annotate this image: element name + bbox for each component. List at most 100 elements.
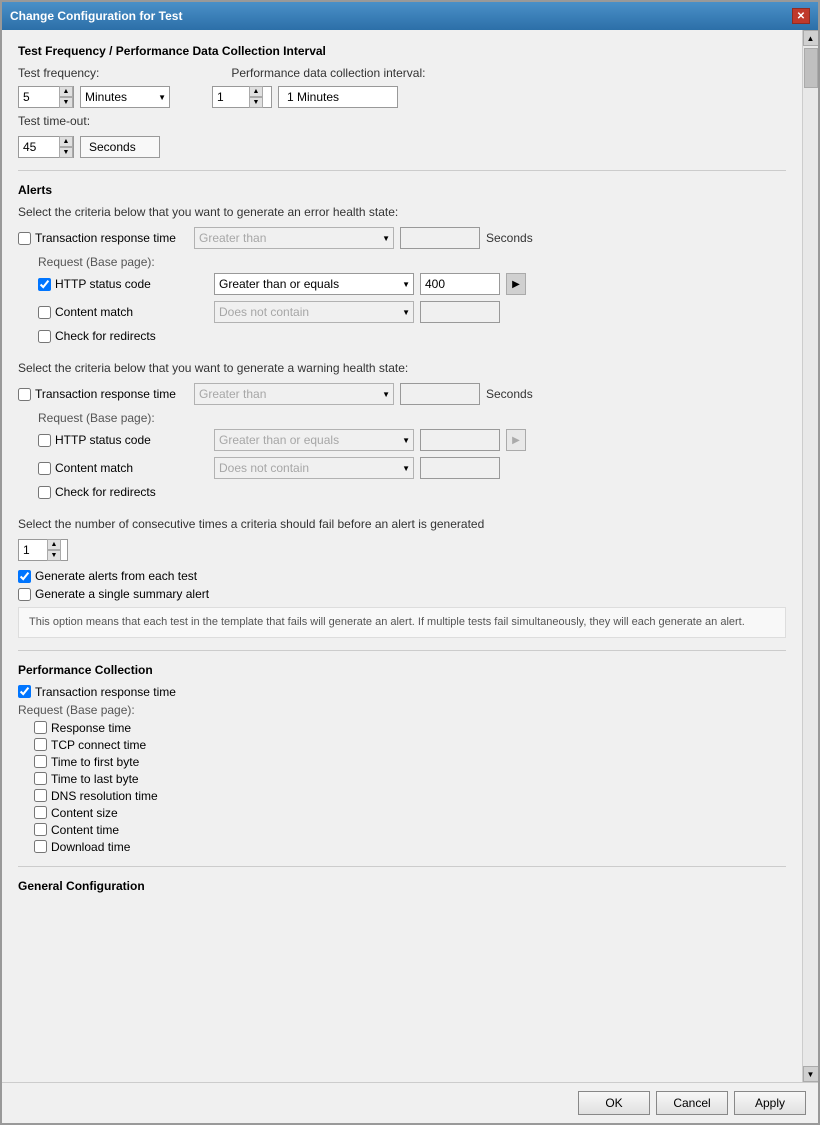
timeout-spinner[interactable]: ▲ ▼ [18, 136, 74, 158]
timeout-down-btn[interactable]: ▼ [59, 147, 73, 158]
frequency-spinner[interactable]: ▲ ▼ [18, 86, 74, 108]
generate-summary-checkbox[interactable] [18, 588, 31, 601]
error-http-check-label: HTTP status code [38, 277, 208, 291]
timeout-controls-row: ▲ ▼ Seconds [18, 136, 786, 158]
error-content-check-label: Content match [38, 305, 208, 319]
frequency-label: Test frequency: [18, 66, 99, 80]
perf-content-time-checkbox[interactable] [34, 823, 47, 836]
error-http-checkbox[interactable] [38, 278, 51, 291]
warning-transaction-value[interactable] [400, 383, 480, 405]
warning-transaction-checkbox[interactable] [18, 388, 31, 401]
error-request-label: Request (Base page): [18, 255, 786, 269]
warning-transaction-row: Transaction response time Greater than ▼… [18, 383, 786, 405]
error-transaction-checkbox[interactable] [18, 232, 31, 245]
warning-transaction-check-label: Transaction response time [18, 387, 188, 401]
frequency-row: Test frequency: Performance data collect… [18, 66, 786, 80]
warning-transaction-op-select[interactable]: Greater than [194, 383, 394, 405]
perf-first-byte-checkbox[interactable] [34, 755, 47, 768]
perf-transaction-checkbox[interactable] [18, 685, 31, 698]
warning-content-value[interactable] [420, 457, 500, 479]
error-http-value[interactable] [420, 273, 500, 295]
perf-content-size-label: Content size [51, 806, 118, 820]
frequency-unit-wrapper: Minutes Hours ▼ [80, 86, 170, 108]
warning-redirect-checkbox[interactable] [38, 486, 51, 499]
consecutive-up-btn[interactable]: ▲ [47, 539, 61, 550]
perf-last-byte-checkbox[interactable] [34, 772, 47, 785]
warning-http-checkbox[interactable] [38, 434, 51, 447]
warning-content-op-select[interactable]: Does not contain [214, 457, 414, 479]
perf-interval-spinner[interactable]: ▲ ▼ [212, 86, 272, 108]
perf-tcp-checkbox[interactable] [34, 738, 47, 751]
perf-response-time-row: Response time [18, 721, 786, 735]
generate-each-checkbox[interactable] [18, 570, 31, 583]
warning-criteria-text: Select the criteria below that you want … [18, 361, 786, 375]
error-content-checkbox[interactable] [38, 306, 51, 319]
perf-content-size-checkbox[interactable] [34, 806, 47, 819]
timeout-input[interactable] [19, 137, 59, 157]
scrollbar-thumb[interactable] [804, 48, 818, 88]
warning-content-row: Content match Does not contain ▼ [18, 457, 786, 479]
apply-button[interactable]: Apply [734, 1091, 806, 1115]
consecutive-down-btn[interactable]: ▼ [47, 550, 61, 561]
perf-last-byte-row: Time to last byte [18, 772, 786, 786]
consecutive-input[interactable] [19, 540, 47, 560]
ok-button[interactable]: OK [578, 1091, 650, 1115]
perf-download-checkbox[interactable] [34, 840, 47, 853]
error-transaction-label: Transaction response time [35, 231, 176, 245]
warning-transaction-label: Transaction response time [35, 387, 176, 401]
warning-http-op-select[interactable]: Greater than or equals [214, 429, 414, 451]
perf-response-time-checkbox[interactable] [34, 721, 47, 734]
scrollbar-up-btn[interactable]: ▲ [803, 30, 819, 46]
perf-transaction-row: Transaction response time [18, 685, 786, 699]
perf-interval-label: Performance data collection interval: [231, 66, 425, 80]
error-redirect-checkbox[interactable] [38, 330, 51, 343]
perf-interval-input[interactable] [213, 87, 249, 107]
warning-request-label: Request (Base page): [18, 411, 786, 425]
error-http-row: HTTP status code Greater than Greater th… [18, 273, 786, 295]
error-content-label: Content match [55, 305, 133, 319]
bottom-bar: OK Cancel Apply [2, 1082, 818, 1123]
perf-up-btn[interactable]: ▲ [249, 86, 263, 97]
frequency-section: Test Frequency / Performance Data Collec… [18, 44, 786, 158]
error-content-value[interactable] [420, 301, 500, 323]
scrollable-content: Test Frequency / Performance Data Collec… [2, 30, 802, 1082]
warning-http-check-label: HTTP status code [38, 433, 208, 447]
perf-down-btn[interactable]: ▼ [249, 97, 263, 108]
warning-content-checkbox[interactable] [38, 462, 51, 475]
close-button[interactable]: ✕ [792, 8, 810, 24]
scrollbar[interactable]: ▲ ▼ [802, 30, 818, 1082]
error-transaction-value[interactable] [400, 227, 480, 249]
frequency-input[interactable] [19, 87, 59, 107]
error-transaction-check-label: Transaction response time [18, 231, 188, 245]
consecutive-spin-buttons: ▲ ▼ [47, 539, 61, 561]
timeout-spin-buttons: ▲ ▼ [59, 136, 73, 158]
warning-transaction-op-wrapper: Greater than ▼ [194, 383, 394, 405]
generate-each-label: Generate alerts from each test [35, 569, 197, 583]
warning-content-check-label: Content match [38, 461, 208, 475]
cancel-button[interactable]: Cancel [656, 1091, 728, 1115]
perf-dns-label: DNS resolution time [51, 789, 158, 803]
scrollbar-down-btn[interactable]: ▼ [803, 1066, 819, 1082]
timeout-row: Test time-out: [18, 114, 786, 128]
perf-spin-buttons: ▲ ▼ [249, 86, 263, 108]
frequency-controls-row: ▲ ▼ Minutes Hours ▼ [18, 86, 786, 108]
perf-dns-checkbox[interactable] [34, 789, 47, 802]
error-content-op-select[interactable]: Does not contain [214, 301, 414, 323]
perf-first-byte-label: Time to first byte [51, 755, 139, 769]
frequency-up-btn[interactable]: ▲ [59, 86, 73, 97]
perf-interval-display: ▲ ▼ 1 Minutes [212, 86, 398, 108]
frequency-unit-select[interactable]: Minutes Hours [80, 86, 170, 108]
error-http-arrow-btn[interactable]: ▶ [506, 273, 526, 295]
frequency-down-btn[interactable]: ▼ [59, 97, 73, 108]
warning-http-op-wrapper: Greater than or equals ▼ [214, 429, 414, 451]
timeout-up-btn[interactable]: ▲ [59, 136, 73, 147]
error-http-op-select[interactable]: Greater than Greater than or equals Less… [214, 273, 414, 295]
dialog: Change Configuration for Test ✕ Test Fre… [0, 0, 820, 1125]
error-redirect-label: Check for redirects [55, 329, 156, 343]
error-transaction-op-wrapper: Greater than ▼ [194, 227, 394, 249]
timeout-label: Test time-out: [18, 114, 90, 128]
warning-http-arrow-btn[interactable]: ▶ [506, 429, 526, 451]
consecutive-spinner[interactable]: ▲ ▼ [18, 539, 68, 561]
error-transaction-op-select[interactable]: Greater than [194, 227, 394, 249]
warning-http-value[interactable] [420, 429, 500, 451]
